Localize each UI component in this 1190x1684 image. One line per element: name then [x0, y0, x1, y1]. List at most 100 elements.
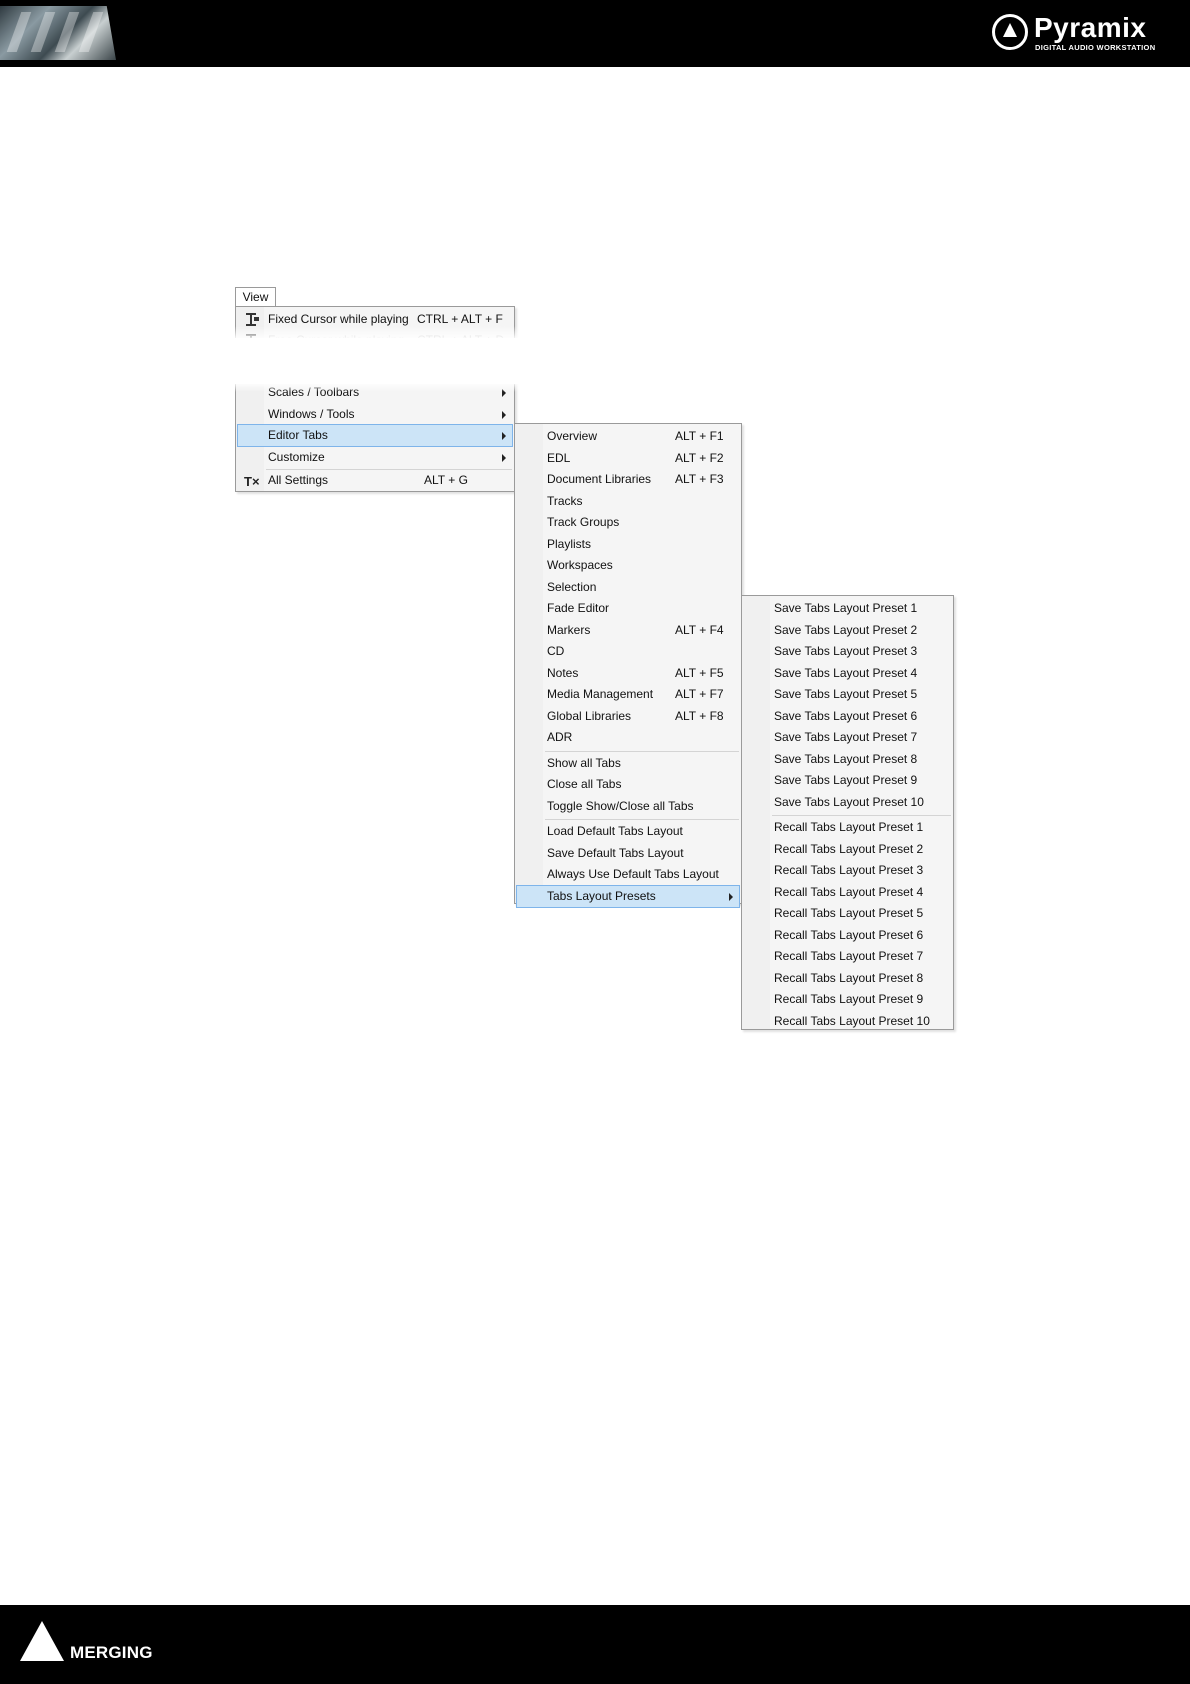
menu-item-label: EDL — [547, 450, 571, 465]
menu-item-save-tabs-layout-preset-8[interactable]: Save Tabs Layout Preset 8 — [744, 749, 951, 770]
menu-item-label: Show all Tabs — [547, 755, 621, 770]
menu-item-label: Close all Tabs — [547, 777, 622, 791]
menu-item-label: Global Libraries — [547, 708, 632, 723]
menu-item-save-tabs-layout-preset-3[interactable]: Save Tabs Layout Preset 3 — [744, 641, 951, 662]
menu-item-label: Markers — [547, 622, 591, 637]
menu-item-all-settings[interactable]: All Settings ALT + G — [238, 470, 512, 492]
menu-item-label: Tabs Layout Presets — [547, 888, 656, 903]
menu-item-save-tabs-layout-preset-9[interactable]: Save Tabs Layout Preset 9 — [744, 770, 951, 791]
menu-separator — [545, 750, 739, 752]
menu-item-workspaces[interactable]: Workspaces — [517, 555, 739, 576]
menu-item-edl[interactable]: EDL ALT + F2 — [517, 448, 739, 469]
menu-item-always-use-default-tabs-layout[interactable]: Always Use Default Tabs Layout — [517, 864, 739, 885]
menu-item-save-tabs-layout-preset-5[interactable]: Save Tabs Layout Preset 5 — [744, 684, 951, 705]
menu-item-label: Save Tabs Layout Preset 1 — [774, 601, 918, 615]
menu-item-label: Save Tabs Layout Preset 3 — [774, 644, 918, 658]
menu-item-show-all-tabs[interactable]: Show all Tabs — [517, 753, 739, 774]
menu-item-label: Save Tabs Layout Preset 6 — [774, 708, 918, 723]
menu-item-tracks[interactable]: Tracks — [517, 491, 739, 512]
menu-item-media-management[interactable]: Media Management ALT + F7 — [517, 684, 739, 705]
menu-item-cd[interactable]: CD — [517, 641, 739, 662]
menu-item-playlists[interactable]: Playlists — [517, 534, 739, 555]
menu-item-label: Recall Tabs Layout Preset 7 — [774, 949, 924, 963]
submenu-arrow-icon — [502, 410, 506, 419]
merging-logo-icon — [20, 1621, 64, 1661]
menu-item-recall-tabs-layout-preset-10[interactable]: Recall Tabs Layout Preset 10 — [744, 1011, 951, 1032]
menu-item-label: Recall Tabs Layout Preset 4 — [774, 884, 924, 899]
menu-item-shortcut: ALT + F1 — [675, 429, 724, 443]
menu-item-save-tabs-layout-preset-2[interactable]: Save Tabs Layout Preset 2 — [744, 620, 951, 641]
page-header: Pyramix DIGITAL AUDIO WORKSTATION — [0, 0, 1190, 67]
menu-item-recall-tabs-layout-preset-2[interactable]: Recall Tabs Layout Preset 2 — [744, 839, 951, 860]
menu-item-overview[interactable]: Overview ALT + F1 — [517, 426, 739, 447]
menu-item-label: Save Tabs Layout Preset 7 — [774, 730, 918, 744]
menu-item-label: Load Default Tabs Layout — [547, 824, 683, 838]
menu-item-save-tabs-layout-preset-1[interactable]: Save Tabs Layout Preset 1 — [744, 598, 951, 619]
menu-item-customize[interactable]: Customize — [238, 447, 512, 468]
menu-item-label: Workspaces — [547, 558, 613, 572]
menu-item-label: Recall Tabs Layout Preset 8 — [774, 970, 924, 985]
mixing-console-photo — [0, 6, 116, 60]
menu-item-shortcut: ALT + F7 — [675, 687, 724, 701]
menu-separator — [772, 815, 951, 816]
menu-item-label: Save Tabs Layout Preset 4 — [774, 665, 918, 680]
merging-logo: MERGING — [20, 1621, 180, 1669]
menu-item-label: Save Tabs Layout Preset 9 — [774, 773, 918, 787]
menu-item-close-all-tabs[interactable]: Close all Tabs — [517, 774, 739, 795]
menu-item-label: All Settings — [268, 473, 329, 487]
tabs-layout-presets-submenu: Save Tabs Layout Preset 1 Save Tabs Layou… — [741, 595, 954, 1030]
submenu-arrow-icon — [502, 432, 506, 440]
menu-item-adr[interactable]: ADR — [517, 727, 739, 748]
menu-item-label: Save Tabs Layout Preset 8 — [774, 751, 918, 766]
menu-item-selection[interactable]: Selection — [517, 577, 739, 598]
menu-item-label: Customize — [268, 449, 325, 464]
menu-item-recall-tabs-layout-preset-5[interactable]: Recall Tabs Layout Preset 5 — [744, 903, 951, 924]
page-footer: MERGING — [0, 1605, 1190, 1684]
menu-item-shortcut: ALT + G — [424, 473, 468, 487]
menu-item-track-groups[interactable]: Track Groups — [517, 512, 739, 533]
menu-item-recall-tabs-layout-preset-8[interactable]: Recall Tabs Layout Preset 8 — [744, 968, 951, 989]
menu-item-notes[interactable]: Notes ALT + F5 — [517, 663, 739, 684]
menu-item-editor-tabs[interactable]: Editor Tabs — [237, 424, 513, 447]
menu-item-shortcut: ALT + F5 — [675, 665, 724, 680]
menu-item-shortcut: ALT + F8 — [675, 708, 724, 723]
menu-item-label: Recall Tabs Layout Preset 3 — [774, 863, 924, 877]
menu-item-recall-tabs-layout-preset-7[interactable]: Recall Tabs Layout Preset 7 — [744, 946, 951, 967]
menu-item-label: Document Libraries — [547, 472, 652, 486]
menu-item-save-tabs-layout-preset-7[interactable]: Save Tabs Layout Preset 7 — [744, 727, 951, 748]
menu-item-label: Recall Tabs Layout Preset 1 — [774, 820, 924, 834]
submenu-arrow-icon — [729, 892, 733, 901]
menu-item-label: Save Tabs Layout Preset 5 — [774, 687, 918, 701]
menu-item-recall-tabs-layout-preset-6[interactable]: Recall Tabs Layout Preset 6 — [744, 925, 951, 946]
fixed-cursor-icon — [244, 312, 260, 327]
menu-item-save-tabs-layout-preset-6[interactable]: Save Tabs Layout Preset 6 — [744, 706, 951, 727]
menu-separator — [545, 819, 739, 820]
menu-item-document-libraries[interactable]: Document Libraries ALT + F3 — [517, 469, 739, 490]
menu-item-shortcut: ALT + F2 — [675, 450, 724, 465]
menu-item-tabs-layout-presets[interactable]: Tabs Layout Presets — [516, 884, 740, 908]
menu-item-label: Recall Tabs Layout Preset 10 — [774, 1013, 930, 1028]
menu-item-save-tabs-layout-preset-4[interactable]: Save Tabs Layout Preset 4 — [744, 663, 951, 684]
menu-item-load-default-tabs-layout[interactable]: Load Default Tabs Layout — [517, 821, 739, 842]
menu-item-recall-tabs-layout-preset-4[interactable]: Recall Tabs Layout Preset 4 — [744, 882, 951, 903]
menu-item-global-libraries[interactable]: Global Libraries ALT + F8 — [517, 706, 739, 727]
menu-item-label: Playlists — [547, 536, 592, 551]
editor-tabs-submenu: Overview ALT + F1 EDL ALT + F2 Document Libr… — [514, 423, 742, 908]
menu-item-label: Always Use Default Tabs Layout — [547, 867, 719, 881]
menu-item-toggle-show-close-all-tabs[interactable]: Toggle Show/Close all Tabs — [517, 796, 739, 817]
view-menu-title[interactable]: View — [235, 287, 276, 307]
pyramix-logo: Pyramix DIGITAL AUDIO WORKSTATION — [992, 12, 1172, 56]
menu-item-save-tabs-layout-preset-10[interactable]: Save Tabs Layout Preset 10 — [744, 792, 951, 813]
menu-item-label: CD — [547, 644, 565, 658]
menu-item-label: Editor Tabs — [268, 428, 328, 442]
menu-item-label: Recall Tabs Layout Preset 5 — [774, 906, 924, 920]
menu-item-recall-tabs-layout-preset-1[interactable]: Recall Tabs Layout Preset 1 — [744, 817, 951, 838]
menu-item-label: Overview — [547, 429, 598, 443]
menu-item-windows-tools[interactable]: Windows / Tools — [238, 404, 512, 425]
menu-item-label: Track Groups — [547, 515, 620, 529]
menu-item-markers[interactable]: Markers ALT + F4 — [517, 620, 739, 641]
menu-item-recall-tabs-layout-preset-3[interactable]: Recall Tabs Layout Preset 3 — [744, 860, 951, 881]
menu-item-save-default-tabs-layout[interactable]: Save Default Tabs Layout — [517, 843, 739, 864]
menu-item-recall-tabs-layout-preset-9[interactable]: Recall Tabs Layout Preset 9 — [744, 989, 951, 1010]
menu-item-fade-editor[interactable]: Fade Editor — [517, 598, 739, 619]
